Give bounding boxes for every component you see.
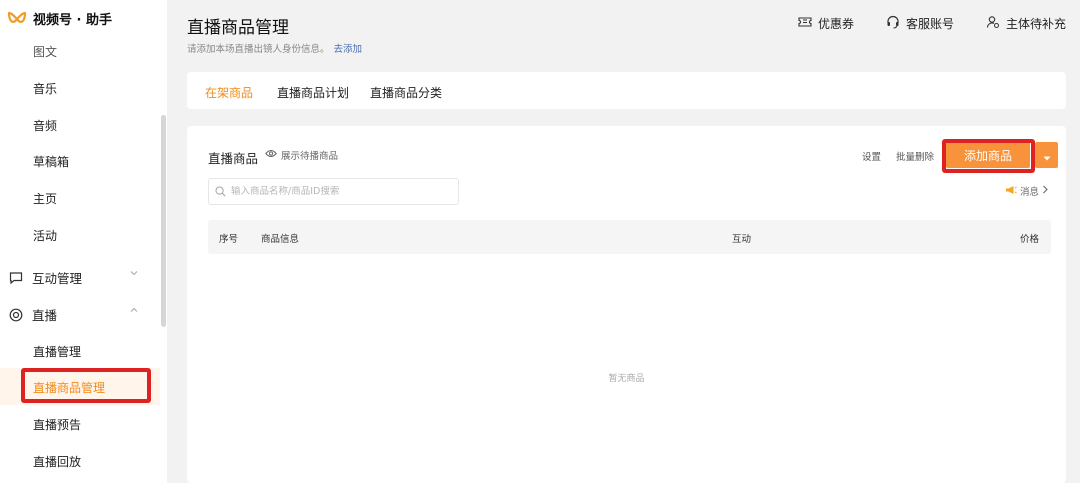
entity-info-button[interactable]: 主体待补充 <box>986 15 1066 32</box>
coupon-label: 优惠券 <box>817 17 854 31</box>
caret-down-icon <box>1043 146 1051 165</box>
customer-service-button[interactable]: 客服账号 <box>886 15 954 32</box>
sidebar-item-label: 直播商品管理 <box>33 381 106 395</box>
section-title: 直播商品 <box>208 151 259 166</box>
megaphone-icon <box>1005 185 1017 198</box>
sidebar-group-label: 直播 <box>32 308 58 323</box>
chat-bubble-icon <box>9 271 23 285</box>
app-title: 视频号 · 助手 <box>33 13 112 28</box>
batch-delete-link[interactable]: 批量删除 <box>896 149 934 163</box>
messages-label: 消息 <box>1020 187 1040 198</box>
app-logo[interactable]: 视频号 · 助手 <box>7 9 112 28</box>
page-title: 直播商品管理 <box>187 18 289 38</box>
entity-info-label: 主体待补充 <box>1005 17 1066 31</box>
sidebar-item-live-management[interactable]: 直播管理 <box>33 343 81 360</box>
add-identity-link[interactable]: 去添加 <box>334 44 363 55</box>
settings-link[interactable]: 设置 <box>862 149 881 163</box>
show-pending-toggle[interactable]: 展示待播商品 <box>265 148 338 162</box>
subtitle-text: 请添加本场直播出镜人身份信息。 <box>187 44 330 55</box>
sidebar-item-live-replay[interactable]: 直播回放 <box>33 453 81 470</box>
add-product-dropdown[interactable] <box>1035 142 1058 168</box>
show-pending-label: 展示待播商品 <box>281 151 339 162</box>
messages-link[interactable]: 消息 <box>1005 184 1049 198</box>
eye-icon <box>265 149 277 161</box>
empty-state: 暂无商品 <box>608 374 645 384</box>
page-subtitle: 请添加本场直播出镜人身份信息。 去添加 <box>187 41 362 55</box>
coupon-button[interactable]: 优惠券 <box>798 15 854 32</box>
column-price: 价格 <box>1019 234 1039 245</box>
sidebar-item-graphic[interactable]: 图文 <box>33 43 57 60</box>
user-settings-icon <box>986 15 1000 32</box>
sidebar-group-label: 互动管理 <box>32 271 83 286</box>
tab-listed-products[interactable]: 在架商品 <box>205 84 253 101</box>
channels-logo-icon <box>7 11 27 23</box>
headset-icon <box>886 15 900 32</box>
header-actions: 优惠券 客服账号 主体待补充 <box>798 15 1066 32</box>
customer-service-label: 客服账号 <box>905 17 954 31</box>
column-product-info: 商品信息 <box>261 234 300 245</box>
column-interaction: 互动 <box>732 234 752 245</box>
sidebar-item-music[interactable]: 音乐 <box>33 80 57 97</box>
products-panel: 直播商品 展示待播商品 设置 批量删除 添加商品 消息 序号 商品信息 互动 价… <box>187 126 1066 483</box>
chevron-up-icon <box>129 305 139 318</box>
chevron-right-icon <box>1042 185 1049 197</box>
sidebar-item-audio[interactable]: 音频 <box>33 117 57 134</box>
sidebar-scrollbar[interactable] <box>161 115 166 327</box>
sidebar: 视频号 · 助手 图文 音乐 音频 草稿箱 主页 活动 互动管理 直播 直播管理… <box>0 0 167 483</box>
sidebar-item-live-products[interactable]: 直播商品管理 <box>0 368 160 405</box>
tabs-bar: 在架商品 直播商品计划 直播商品分类 <box>187 72 1066 109</box>
sidebar-group-interaction[interactable]: 互动管理 <box>9 268 139 287</box>
tab-product-categories[interactable]: 直播商品分类 <box>370 84 442 101</box>
table-header: 序号 商品信息 互动 价格 <box>208 220 1051 254</box>
sidebar-item-activity[interactable]: 活动 <box>33 227 57 244</box>
tab-product-plan[interactable]: 直播商品计划 <box>277 84 349 101</box>
product-search[interactable] <box>208 178 459 205</box>
add-product-button[interactable]: 添加商品 <box>946 142 1030 168</box>
live-circle-icon <box>9 308 23 322</box>
sidebar-group-live[interactable]: 直播 <box>9 305 139 324</box>
column-index: 序号 <box>219 234 239 245</box>
search-input[interactable] <box>231 186 451 197</box>
sidebar-item-live-preview[interactable]: 直播预告 <box>33 416 81 433</box>
coupon-icon <box>798 16 812 31</box>
chevron-down-icon <box>129 268 139 281</box>
sidebar-item-home[interactable]: 主页 <box>33 190 57 207</box>
sidebar-item-drafts[interactable]: 草稿箱 <box>33 153 69 170</box>
search-icon <box>215 182 226 201</box>
